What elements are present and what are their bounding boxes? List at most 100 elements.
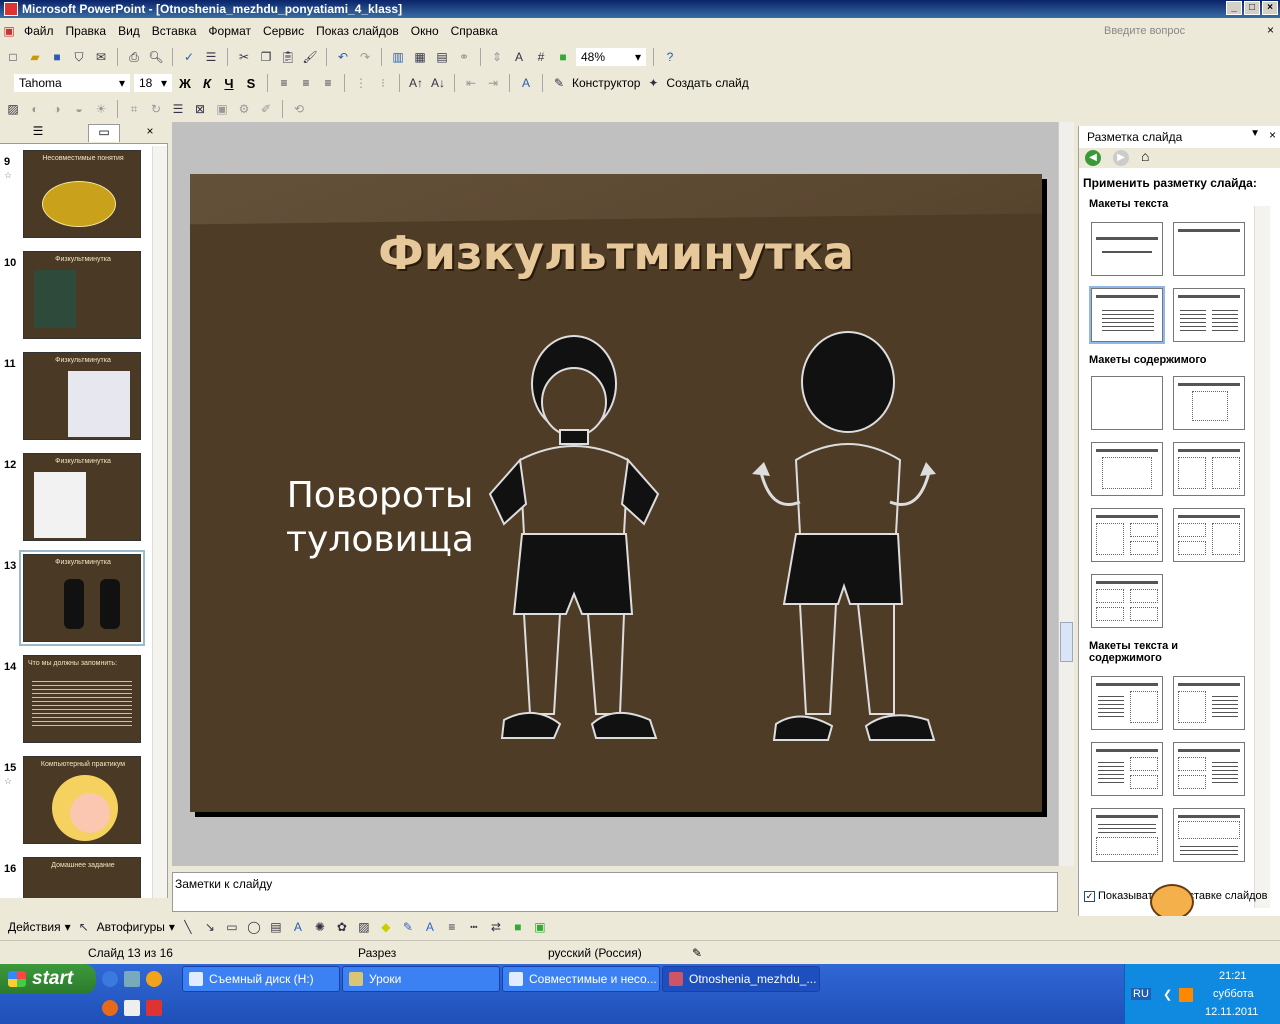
slides-scrollbar[interactable] [152,146,167,898]
print-icon[interactable]: ⎙ [125,48,143,66]
help-icon[interactable]: ? [661,48,679,66]
layout-title-two-content-b[interactable] [1173,508,1245,562]
current-slide[interactable]: Физкультминутка Повороты туловища [190,174,1042,812]
diagram-icon[interactable]: ✺ [311,918,329,936]
color-icon[interactable]: ◐ [26,100,44,118]
tray-app-icon[interactable] [1179,988,1193,1002]
back-icon[interactable]: ◀ [1085,150,1101,166]
arrow-icon[interactable]: ↘ [201,918,219,936]
slide-thumbnail[interactable]: 9 ☆ Несовместимые понятия [0,146,150,242]
task-word-document[interactable]: Совместимые и несо... [502,966,660,992]
decrease-indent-icon[interactable]: ⇤ [462,74,480,92]
oval-icon[interactable]: ◯ [245,918,263,936]
shadow-button[interactable]: S [242,76,260,91]
copy-icon[interactable]: ❐ [257,48,275,66]
align-right-icon[interactable]: ≡ [319,74,337,92]
slide-thumbnail[interactable]: 10 Физкультминутка [0,247,150,343]
email-icon[interactable]: ✉ [92,48,110,66]
slide-thumbnail[interactable]: 14 Что мы должны запомнить: [0,651,150,747]
3d-style-icon[interactable]: ▣ [531,918,549,936]
rotate-icon[interactable]: ↻ [147,100,165,118]
tray-expand-icon[interactable]: ❮ [1163,988,1172,1001]
spelling-icon[interactable]: ✓ [180,48,198,66]
new-slide-icon[interactable]: ✦ [644,74,662,92]
task-pane-dropdown-icon[interactable]: ▼ [1250,128,1260,139]
language-indicator[interactable]: RU [1131,988,1151,1000]
menu-format[interactable]: Формат [202,24,257,38]
align-center-icon[interactable]: ≡ [297,74,315,92]
menu-tools[interactable]: Сервис [257,24,310,38]
layout-text-content[interactable] [1091,676,1163,730]
color-grayscale-icon[interactable]: ■ [554,48,572,66]
layout-content[interactable] [1173,376,1245,430]
save-icon[interactable]: ■ [48,48,66,66]
layout-title-content-two[interactable] [1091,508,1163,562]
close-button[interactable]: × [1262,1,1278,15]
hyperlink-icon[interactable]: ⚭ [455,48,473,66]
slide-thumbnail-selected[interactable]: 13 Физкультминутка [0,550,150,646]
boy-back-illustration[interactable] [740,324,950,754]
close-panel-icon[interactable]: × [140,124,160,142]
ie-icon[interactable] [102,971,118,987]
task-powerpoint[interactable]: Otnoshenia_mezhdu_... [662,966,820,992]
layout-title-content[interactable] [1091,442,1163,496]
notes-pane[interactable]: Заметки к слайду [172,872,1058,912]
clipart-icon[interactable]: ✿ [333,918,351,936]
bold-button[interactable]: Ж [176,76,194,91]
picture-icon[interactable]: ▨ [355,918,373,936]
layout-title-only[interactable] [1173,222,1245,276]
menu-view[interactable]: Вид [112,24,146,38]
italic-button[interactable]: К [198,76,216,91]
format-picture-icon[interactable]: ⚙ [235,100,253,118]
line-style-draw-icon[interactable]: ≡ [443,918,461,936]
task-lessons-folder[interactable]: Уроки [342,966,500,992]
slide-title[interactable]: Физкультминутка [190,226,1042,280]
line-icon[interactable]: ╲ [179,918,197,936]
underline-button[interactable]: Ч [220,76,238,91]
boy-front-illustration[interactable] [474,324,674,754]
grid-icon[interactable]: # [532,48,550,66]
textbox-icon[interactable]: ▤ [267,918,285,936]
tables-borders-icon[interactable]: ▤ [433,48,451,66]
menu-slideshow[interactable]: Показ слайдов [310,24,405,38]
layout-content-over-text[interactable] [1173,808,1245,862]
font-size-select[interactable]: 18 ▾ [134,74,172,92]
more-contrast-icon[interactable]: ◑ [48,100,66,118]
layout-content-text[interactable] [1173,676,1245,730]
close-document-icon[interactable]: × [1267,23,1274,37]
wordart-icon[interactable]: A [289,918,307,936]
insert-picture-icon[interactable]: ▨ [4,100,22,118]
slide-thumbnail[interactable]: 16 Домашнее задание [0,853,150,898]
paste-icon[interactable]: 📋︎ [279,48,297,66]
less-contrast-icon[interactable]: ◒ [70,100,88,118]
insert-chart-icon[interactable]: ▥ [389,48,407,66]
new-icon[interactable]: □ [4,48,22,66]
layout-two-column-text[interactable] [1173,288,1245,342]
start-button[interactable]: start [0,964,96,994]
zoom-select[interactable]: 48% ▾ [576,48,646,66]
actions-menu[interactable]: Действия [8,920,61,934]
slide-thumbnail[interactable]: 15 ☆ Компьютерный практикум [0,752,150,848]
forward-icon[interactable]: ▶ [1113,150,1129,166]
designer-button[interactable]: Конструктор [572,76,640,90]
cut-icon[interactable]: ✂ [235,48,253,66]
undo-icon[interactable]: ↶ [334,48,352,66]
fill-color-icon[interactable]: ◆ [377,918,395,936]
crop-icon[interactable]: ⌗ [125,100,143,118]
permission-icon[interactable]: ⛉ [70,48,88,66]
show-formatting-icon[interactable]: A [510,48,528,66]
open-icon[interactable]: ▰ [26,48,44,66]
outline-tab[interactable]: ☰ [22,124,54,142]
layout-title-two-content[interactable] [1173,442,1245,496]
menu-edit[interactable]: Правка [60,24,113,38]
task-removable-disk[interactable]: Съемный диск (H:) [182,966,340,992]
menu-insert[interactable]: Вставка [146,24,203,38]
rectangle-icon[interactable]: ▭ [223,918,241,936]
layout-blank[interactable] [1091,376,1163,430]
maximize-button[interactable]: □ [1244,1,1260,15]
autoshapes-menu[interactable]: Автофигуры [97,920,165,934]
expand-all-icon[interactable]: ⇕ [488,48,506,66]
print-preview-icon[interactable]: 🔍︎ [147,48,165,66]
avast-icon[interactable] [146,971,162,987]
layout-title-four-content[interactable] [1091,574,1163,628]
